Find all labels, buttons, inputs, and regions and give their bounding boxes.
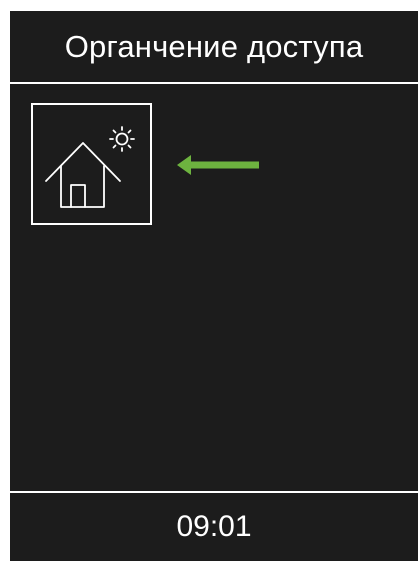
header-divider (10, 82, 418, 84)
page-title: Органчение доступа (64, 28, 364, 64)
sun-icon (109, 126, 135, 152)
status-bar: 09:01 (10, 493, 418, 561)
arrow-left-icon (177, 155, 259, 175)
house-tile[interactable] (31, 103, 152, 225)
screen-header: Органчение доступа (10, 11, 418, 82)
device-screen: Органчение доступа 09:01 (10, 11, 418, 561)
clock-time: 09:01 (176, 510, 252, 543)
house-sun-icon (45, 126, 135, 208)
